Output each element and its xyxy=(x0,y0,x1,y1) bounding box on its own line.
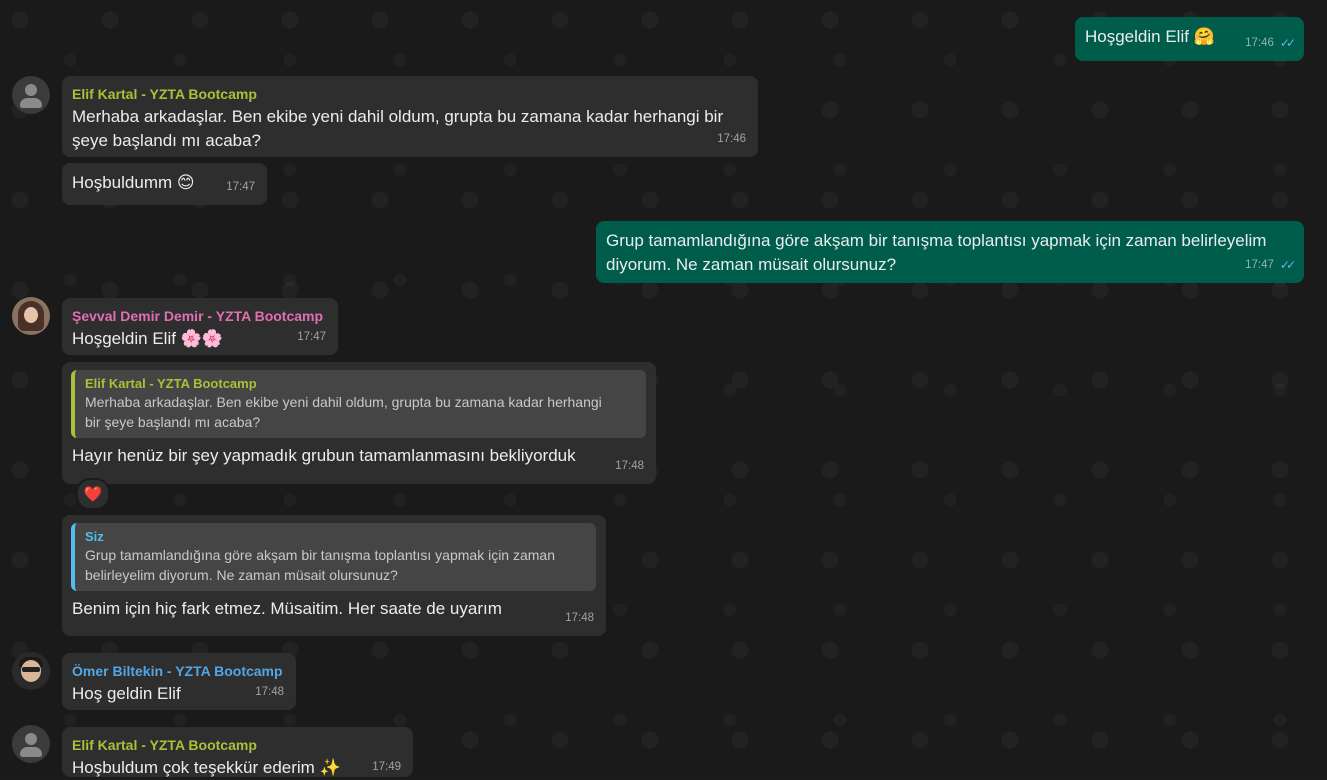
message-text: Benim için hiç fark etmez. Müsaitim. Her… xyxy=(72,599,502,618)
double-check-icon: ✓✓ xyxy=(1279,36,1296,50)
quoted-text-line: bir şeye başlandı mı acaba? xyxy=(85,414,261,430)
message-time: 17:47 xyxy=(226,181,255,193)
message-text-line: şeye başlandı mı acaba? xyxy=(72,131,262,150)
sender-name: Elif Kartal - YZTA Bootcamp xyxy=(72,737,257,753)
double-check-icon: ✓✓ xyxy=(1279,258,1296,272)
message-bubble-incoming[interactable]: Hoşbuldumm 😊 17:47 xyxy=(62,163,267,205)
quoted-text-line: belirleyelim diyorum. Ne zaman müsait ol… xyxy=(85,567,398,583)
message-time: 17:48 xyxy=(255,686,284,698)
quoted-sender: Siz xyxy=(85,529,104,544)
sender-name: Şevval Demir Demir - YZTA Bootcamp xyxy=(72,308,324,324)
default-avatar-icon[interactable] xyxy=(12,725,50,763)
message-bubble-incoming[interactable]: Siz Grup tamamlandığına göre akşam bir t… xyxy=(62,515,606,636)
avatar[interactable] xyxy=(12,297,50,335)
default-avatar-icon[interactable] xyxy=(12,76,50,114)
message-text-line: Grup tamamlandığına göre akşam bir tanış… xyxy=(606,231,1267,250)
message-bubble-incoming[interactable]: Elif Kartal - YZTA Bootcamp Hoşbuldum ço… xyxy=(62,727,413,778)
message-bubble-outgoing[interactable]: Hoşgeldin Elif 🤗 17:46 ✓✓ xyxy=(1075,17,1304,61)
message-time: 17:49 xyxy=(372,761,401,773)
message-bubble-outgoing[interactable]: Grup tamamlandığına göre akşam bir tanış… xyxy=(596,221,1304,283)
message-time: 17:46 xyxy=(717,133,746,145)
message-text-line: Merhaba arkadaşlar. Ben ekibe yeni dahil… xyxy=(72,107,724,126)
message-text: Hoşgeldin Elif xyxy=(72,329,176,348)
message-bubble-incoming[interactable]: Elif Kartal - YZTA Bootcamp Merhaba arka… xyxy=(62,362,656,484)
message-text: Hoşbuldumm xyxy=(72,173,173,192)
message-meta: 17:47 ✓✓ xyxy=(1245,253,1296,277)
sparkles-emoji: ✨ xyxy=(319,758,341,778)
quoted-message[interactable]: Elif Kartal - YZTA Bootcamp Merhaba arka… xyxy=(71,370,646,438)
quoted-text-line: Grup tamamlandığına göre akşam bir tanış… xyxy=(85,547,555,563)
sender-name: Elif Kartal - YZTA Bootcamp xyxy=(72,86,257,102)
message-time: 17:48 xyxy=(615,460,644,472)
message-text: Hoşgeldin Elif xyxy=(1085,27,1189,46)
message-time: 17:48 xyxy=(565,612,594,624)
message-text: Hoş geldin Elif xyxy=(72,684,181,703)
quoted-text-line: Merhaba arkadaşlar. Ben ekibe yeni dahil… xyxy=(85,394,602,410)
message-bubble-incoming[interactable]: Şevval Demir Demir - YZTA Bootcamp Hoşge… xyxy=(62,298,338,355)
cherry-blossom-emoji: 🌸🌸 xyxy=(180,329,224,349)
message-text: Hayır henüz bir şey yapmadık grubun tama… xyxy=(72,446,576,465)
heart-reaction[interactable]: ❤️ xyxy=(76,478,110,510)
message-meta: 17:46 ✓✓ xyxy=(1245,31,1296,55)
quoted-sender: Elif Kartal - YZTA Bootcamp xyxy=(85,376,257,391)
hugging-emoji: 🤗 xyxy=(1193,27,1215,47)
avatar[interactable] xyxy=(12,652,50,690)
message-time: 17:47 xyxy=(297,331,326,343)
message-bubble-incoming[interactable]: Ömer Biltekin - YZTA Bootcamp Hoş geldin… xyxy=(62,653,296,710)
message-time: 17:47 xyxy=(1245,259,1274,271)
smiling-emoji: 😊 xyxy=(176,173,195,193)
message-text: Hoşbuldum çok teşekkür ederim xyxy=(72,758,315,777)
message-time: 17:46 xyxy=(1245,37,1274,49)
message-bubble-incoming[interactable]: Elif Kartal - YZTA Bootcamp Merhaba arka… xyxy=(62,76,758,157)
quoted-message[interactable]: Siz Grup tamamlandığına göre akşam bir t… xyxy=(71,523,596,591)
sender-name: Ömer Biltekin - YZTA Bootcamp xyxy=(72,663,283,679)
message-text-line: diyorum. Ne zaman müsait olursunuz? xyxy=(606,255,897,274)
